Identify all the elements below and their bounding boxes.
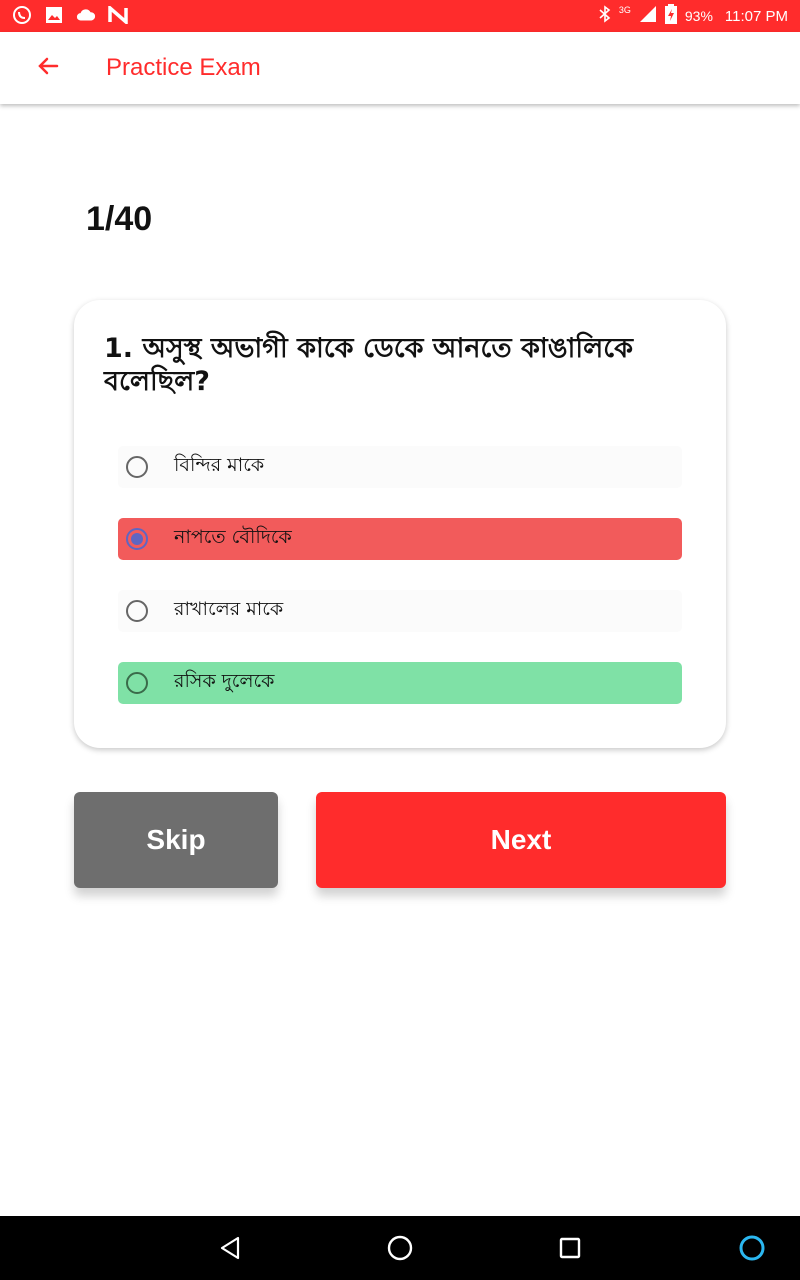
next-button[interactable]: Next (316, 792, 726, 888)
radio-button[interactable] (126, 672, 148, 694)
option-2[interactable]: নাপতে বৌদিকে (118, 518, 682, 560)
question-card: 1. অসুস্থ অভাগী কাকে ডেকে আনতে কাঙালিকে … (74, 300, 726, 748)
image-icon (44, 4, 64, 26)
battery-charging-icon (664, 4, 677, 28)
assistant-icon[interactable] (736, 1232, 768, 1264)
network-type: 3G (618, 5, 631, 15)
option-label: নাপতে বৌদিকে (174, 526, 292, 548)
app-bar: Practice Exam (0, 32, 800, 104)
back-triangle-icon[interactable] (214, 1232, 246, 1264)
bluetooth-icon (599, 5, 611, 27)
option-4[interactable]: রসিক দুলেকে (118, 662, 682, 704)
radio-button-selected[interactable] (126, 528, 148, 550)
recents-square-icon[interactable] (554, 1232, 586, 1264)
whatsapp-icon (12, 4, 32, 26)
option-label: রসিক দুলেকে (174, 670, 275, 692)
system-status: 3G 93% 11:07 PM (599, 0, 788, 32)
n-app-icon (108, 4, 128, 26)
option-label: বিন্দির মাকে (174, 454, 265, 476)
question-text: 1. অসুস্থ অভাগী কাকে ডেকে আনতে কাঙালিকে … (104, 333, 633, 397)
option-label: রাখালের মাকে (174, 598, 284, 620)
option-3[interactable]: রাখালের মাকে (118, 590, 682, 632)
back-button[interactable] (28, 50, 68, 86)
question-counter: 1/40 (86, 200, 153, 238)
option-1[interactable]: বিন্দির মাকে (118, 446, 682, 488)
battery-percent: 93% (684, 8, 713, 24)
radio-button[interactable] (126, 600, 148, 622)
home-circle-icon[interactable] (384, 1232, 416, 1264)
page-title: Practice Exam (106, 54, 261, 81)
skip-button[interactable]: Skip (74, 792, 278, 888)
radio-button[interactable] (126, 456, 148, 478)
system-nav-bar (0, 1216, 800, 1280)
cloud-icon (76, 4, 96, 26)
signal-icon (639, 5, 657, 27)
status-bar: 3G 93% 11:07 PM (0, 0, 800, 32)
arrow-left-icon (36, 54, 60, 82)
clock: 11:07 PM (724, 7, 788, 25)
notification-icons (12, 4, 128, 26)
